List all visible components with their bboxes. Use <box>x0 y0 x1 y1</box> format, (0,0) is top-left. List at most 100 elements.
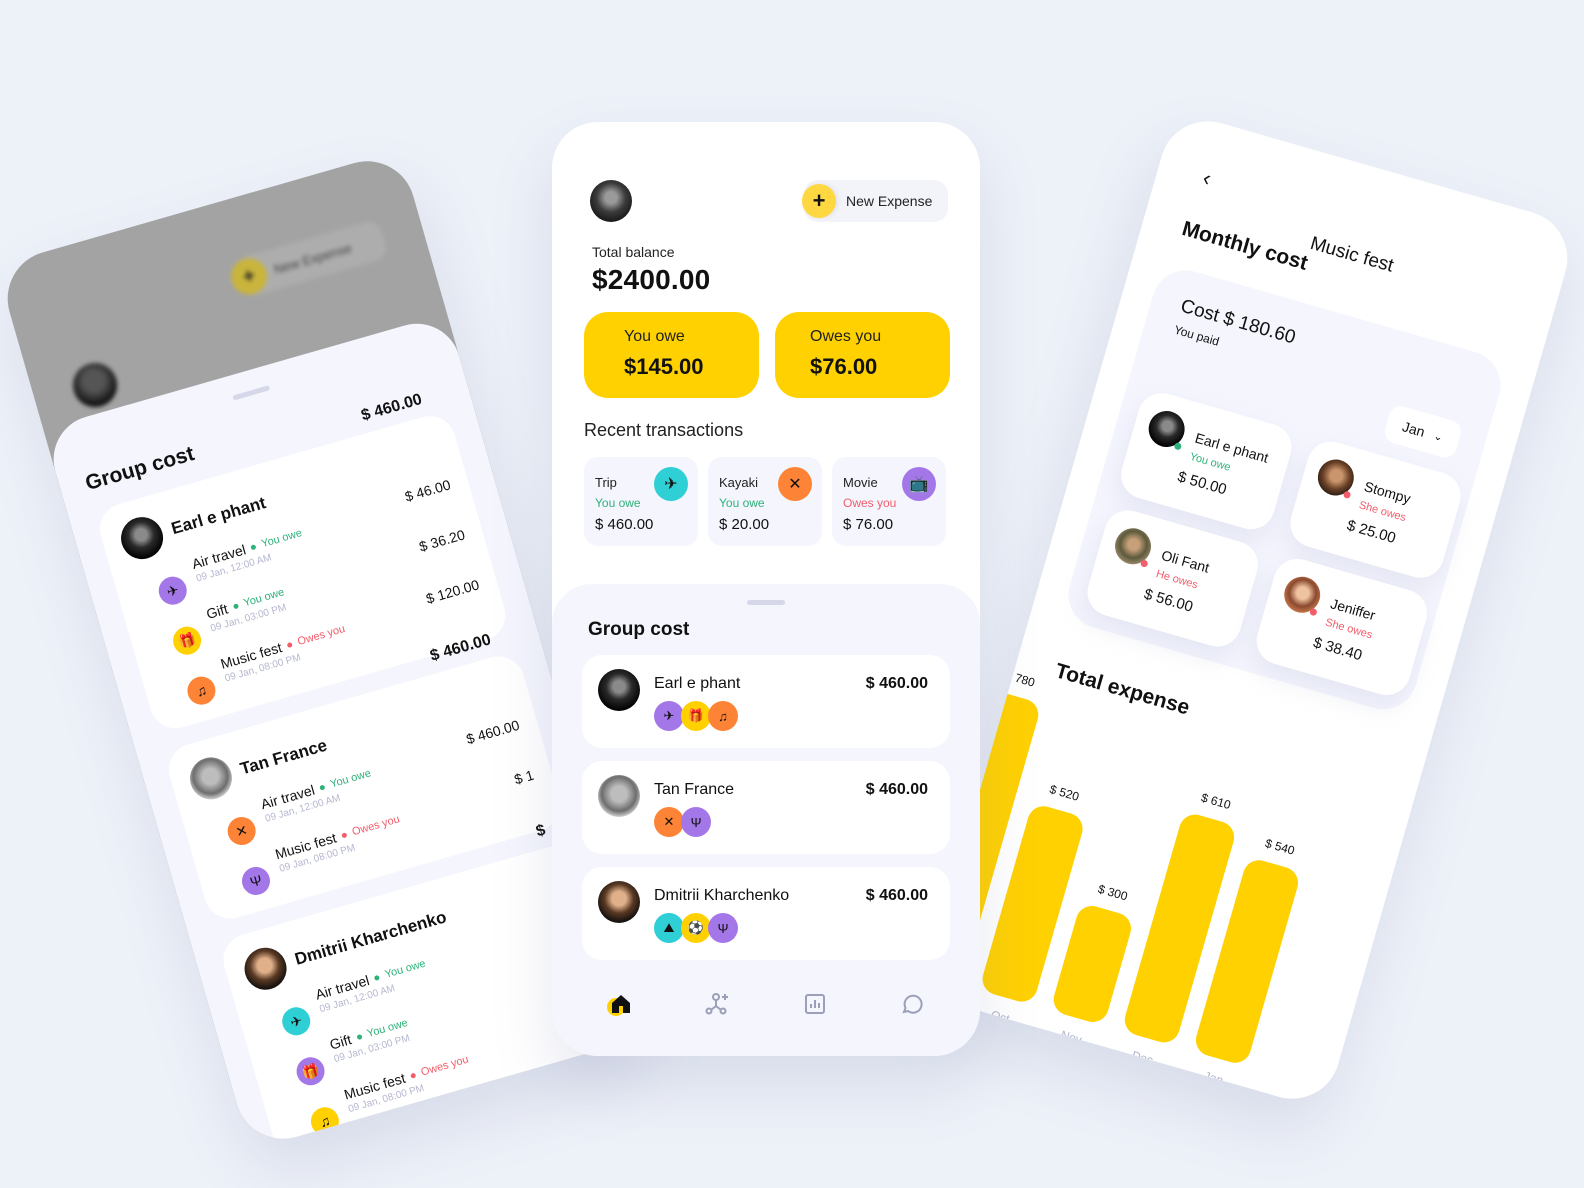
person-amount: $ 25.00 <box>1344 516 1398 547</box>
total-expense-chart: $ 780 $ 520 Oct $ 300 Nov $ 610 Dec $ 540 Jan <box>921 668 1299 1088</box>
ball-icon: ⚽ <box>681 913 711 943</box>
music-icon: ♫ <box>708 701 738 731</box>
you-owe-value: $145.00 <box>624 354 704 379</box>
airplane-icon: ✈ <box>654 701 684 731</box>
recent-transaction-card[interactable]: ✕ Kayaki You owe $ 20.00 <box>708 457 822 546</box>
status-dot <box>410 1072 417 1079</box>
avatar <box>116 512 169 565</box>
avatar <box>1279 572 1325 618</box>
status-dot <box>232 602 239 610</box>
avatar <box>598 669 640 711</box>
kayak-icon: ✕ <box>654 807 684 837</box>
gift-icon: 🎁 <box>169 623 205 658</box>
nav-group-add[interactable] <box>698 984 738 1024</box>
group-cost-title: Group cost <box>588 619 690 640</box>
transaction-amount: $ 460.00 <box>595 516 654 533</box>
status-dot <box>373 974 381 981</box>
fork-knife-icon: Ψ <box>681 807 711 837</box>
new-expense-button[interactable]: + New Expense <box>226 218 390 299</box>
group-cost-sheet: Group cost Earl e phant $ 460.00 ✈ 🎁 ♫ Tan… <box>552 584 980 1056</box>
nav-chat[interactable] <box>892 984 932 1024</box>
group-member-name: Dmitrii Kharchenko <box>654 887 790 904</box>
right-phone: ‹ Music fest Monthly cost Cost $ 180.60 … <box>921 109 1579 1111</box>
owes-you-value: $76.00 <box>810 354 878 379</box>
month-select-value: Jan <box>1400 418 1427 440</box>
bar-nov[interactable] <box>1050 902 1135 1026</box>
avatar <box>1144 406 1189 452</box>
status-dot <box>1139 559 1149 568</box>
x-tick-label: Dec <box>1130 1048 1154 1067</box>
owes-you-card[interactable]: Owes you $76.00 <box>775 312 950 398</box>
status-dot <box>250 543 257 550</box>
transaction-amount: $ 1 <box>512 766 536 788</box>
avatar <box>67 357 123 413</box>
person-card[interactable]: Oli Fant He owes $ 56.00 <box>1081 504 1264 653</box>
recent-transactions-title: Recent transactions <box>584 420 744 440</box>
x-tick-label: Jan <box>1202 1069 1224 1088</box>
group-member-name: Earl e phant <box>169 493 268 539</box>
group-list: Earl e phant $ 460.00 ✈ 🎁 ♫ Tan France $ 4… <box>582 655 950 960</box>
airplane-icon: ✈ <box>278 1003 314 1039</box>
plus-icon: + <box>226 254 272 299</box>
avatar <box>1110 524 1156 569</box>
airplane-icon: ✈ <box>654 467 688 501</box>
group-card[interactable]: Earl e phant $ 460.00 ✈ 🎁 ♫ <box>582 655 950 748</box>
group-card[interactable]: Tan France $ 460.00 ✕ Ψ <box>582 761 950 854</box>
group-amount: $ 460.00 <box>865 781 928 798</box>
data-label: $ 780 <box>1004 668 1037 690</box>
month-select[interactable]: Jan ⌄ <box>1382 403 1464 461</box>
recent-transactions-list: ✈ Trip You owe $ 460.00 ✕ Kayaki You owe… <box>584 457 946 546</box>
group-add-icon <box>705 992 728 1014</box>
fork-knife-icon: Ψ <box>708 913 738 943</box>
status-dot <box>1309 607 1318 617</box>
avatar <box>598 881 640 923</box>
group-card[interactable]: Dmitrii Kharchenko $ 460.00 ⛰ ⚽ Ψ <box>582 867 950 960</box>
data-label: $ 610 <box>1200 790 1233 812</box>
data-label: $ 520 <box>1048 782 1081 804</box>
balance-summary: You owe $145.00 Owes you $76.00 <box>584 312 950 398</box>
plus-icon: + <box>802 184 836 218</box>
x-tick-label: Nov <box>1059 1028 1083 1047</box>
person-amount: $ 50.00 <box>1175 468 1229 499</box>
status-dot <box>1173 441 1183 451</box>
sheet-grabber[interactable] <box>232 385 271 401</box>
back-icon[interactable]: ‹ <box>1200 165 1214 192</box>
profile-avatar[interactable] <box>590 180 632 222</box>
group-amount: $ 460.00 <box>865 675 928 692</box>
you-owe-card[interactable]: You owe $145.00 <box>584 312 759 398</box>
recent-transaction-card[interactable]: 📺 Movie Owes you $ 76.00 <box>832 457 946 546</box>
total-balance-label: Total balance <box>592 244 675 260</box>
avatar <box>1313 455 1359 500</box>
group-member-name: Tan France <box>654 781 735 798</box>
new-expense-button[interactable]: + New Expense <box>802 180 948 222</box>
avatar <box>598 775 640 817</box>
nav-home[interactable] <box>601 984 641 1024</box>
center-phone: + New Expense Total balance $2400.00 You… <box>552 122 980 1056</box>
gift-icon: 🎁 <box>681 701 711 731</box>
category-chips: ✈ 🎁 ♫ <box>654 701 738 731</box>
owes-you-label: Owes you <box>810 328 882 345</box>
sheet-grabber[interactable] <box>747 600 785 605</box>
chart-icon <box>804 993 825 1014</box>
data-label: $ 540 <box>1263 836 1296 858</box>
mountain-icon: ⛰ <box>654 913 684 943</box>
status-dot <box>1342 490 1352 500</box>
gift-icon: 🎁 <box>293 1053 328 1089</box>
group-member-name: Earl e phant <box>654 675 741 692</box>
monthly-cost-panel: Cost $ 180.60 You paid Jan ⌄ Earl e phan… <box>1060 262 1509 718</box>
avatar <box>185 752 237 805</box>
recent-transaction-card[interactable]: ✈ Trip You owe $ 460.00 <box>584 457 698 546</box>
new-expense-label: New Expense <box>846 193 933 209</box>
fork-knife-icon: Ψ <box>238 863 274 899</box>
chat-icon <box>901 994 923 1014</box>
status-dot <box>286 641 293 648</box>
kayak-icon: ✕ <box>224 813 259 849</box>
airplane-icon: ✈ <box>155 573 191 608</box>
category-chips: ⛰ ⚽ Ψ <box>654 913 738 943</box>
transaction-amount: $ 20.00 <box>719 516 770 533</box>
person-card[interactable]: Jeniffer She owes $ 38.40 <box>1251 553 1433 701</box>
nav-stats[interactable] <box>795 984 835 1024</box>
person-amount: $ 56.00 <box>1142 585 1195 616</box>
data-label: $ 300 <box>1096 882 1129 904</box>
avatar <box>239 942 292 995</box>
